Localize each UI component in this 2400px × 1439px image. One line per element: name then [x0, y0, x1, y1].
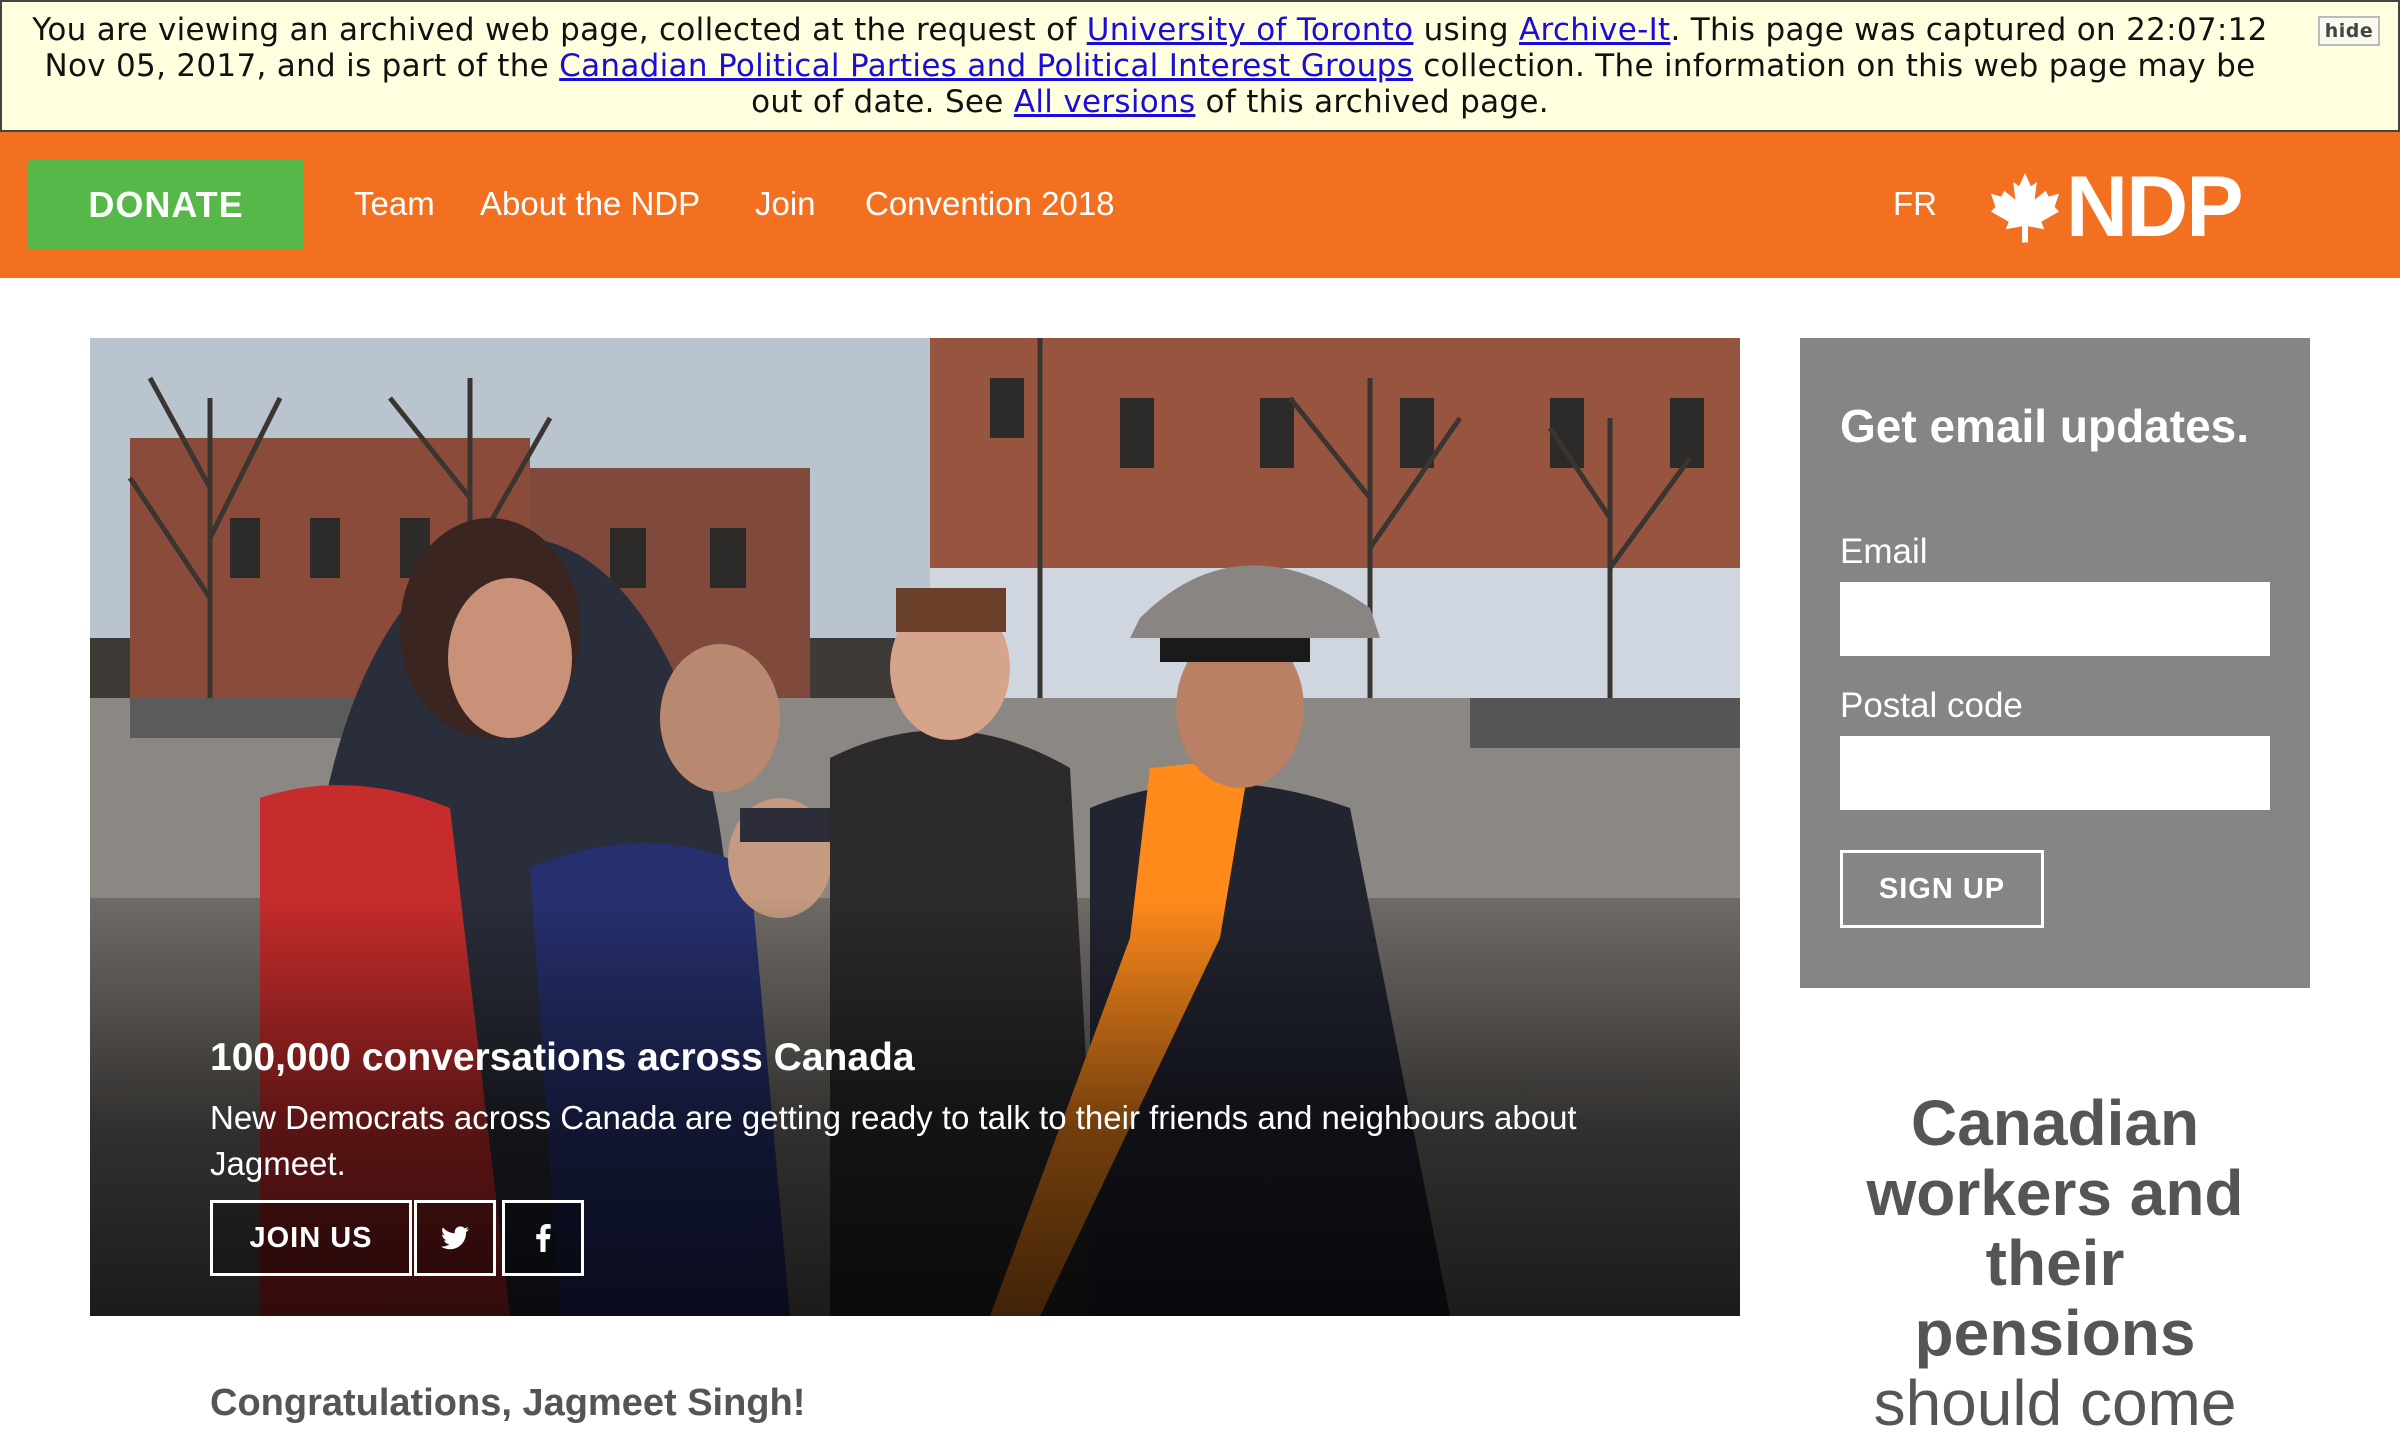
quote-line-2: workers and: [1866, 1157, 2244, 1229]
quote-line-3: their: [1985, 1227, 2125, 1299]
email-signup-panel: Get email updates. Email Postal code SIG…: [1800, 338, 2310, 988]
top-navigation: DONATE Team About the NDP Join Conventio…: [0, 132, 2400, 278]
news-heading[interactable]: Congratulations, Jagmeet Singh!: [210, 1380, 805, 1426]
nav-link-about[interactable]: About the NDP: [480, 184, 700, 224]
archive-org-link[interactable]: University of Toronto: [1087, 12, 1414, 48]
quote-line-4: pensions: [1914, 1297, 2196, 1369]
facebook-icon: [536, 1223, 551, 1252]
archive-tool-link[interactable]: Archive-It: [1519, 12, 1670, 48]
facebook-share-button[interactable]: [502, 1200, 584, 1276]
join-us-button[interactable]: JOIN US: [210, 1200, 412, 1276]
donate-button[interactable]: DONATE: [28, 160, 304, 250]
quote-line-1: Canadian: [1910, 1087, 2200, 1159]
quote-line-5: should come: [1873, 1367, 2237, 1439]
archive-text-5: of this archived page.: [1195, 84, 1549, 120]
sign-up-button[interactable]: SIGN UP: [1840, 850, 2044, 928]
nav-link-team[interactable]: Team: [354, 184, 435, 224]
postal-code-label: Postal code: [1840, 686, 2023, 725]
nav-link-convention[interactable]: Convention 2018: [865, 184, 1115, 224]
archive-collection-link[interactable]: Canadian Political Parties and Political…: [559, 48, 1413, 84]
maple-leaf-icon: [1990, 172, 2060, 243]
archive-banner: You are viewing an archived web page, co…: [0, 0, 2400, 132]
postal-code-field[interactable]: [1840, 736, 2270, 810]
archive-text-1: You are viewing an archived web page, co…: [32, 12, 1087, 48]
ndp-logo-text: NDP: [2066, 159, 2244, 255]
language-toggle[interactable]: FR: [1893, 184, 1937, 224]
signup-title: Get email updates.: [1840, 400, 2250, 452]
sidebar-quote: Canadian workers and their pensions shou…: [1800, 1088, 2310, 1438]
hero-banner: 100,000 conversations across Canada New …: [90, 338, 1740, 1316]
email-label: Email: [1840, 532, 1928, 571]
hero-title: 100,000 conversations across Canada: [210, 1036, 915, 1079]
nav-link-join[interactable]: Join: [755, 184, 816, 224]
hero-description: New Democrats across Canada are getting …: [210, 1099, 1577, 1182]
archive-hide-button[interactable]: hide: [2318, 16, 2380, 46]
archive-all-versions-link[interactable]: All versions: [1014, 84, 1196, 120]
email-field[interactable]: [1840, 582, 2270, 656]
twitter-icon: [441, 1226, 469, 1249]
ndp-logo[interactable]: NDP: [1988, 159, 2244, 255]
archive-text-2: using: [1413, 12, 1519, 48]
twitter-share-button[interactable]: [414, 1200, 496, 1276]
